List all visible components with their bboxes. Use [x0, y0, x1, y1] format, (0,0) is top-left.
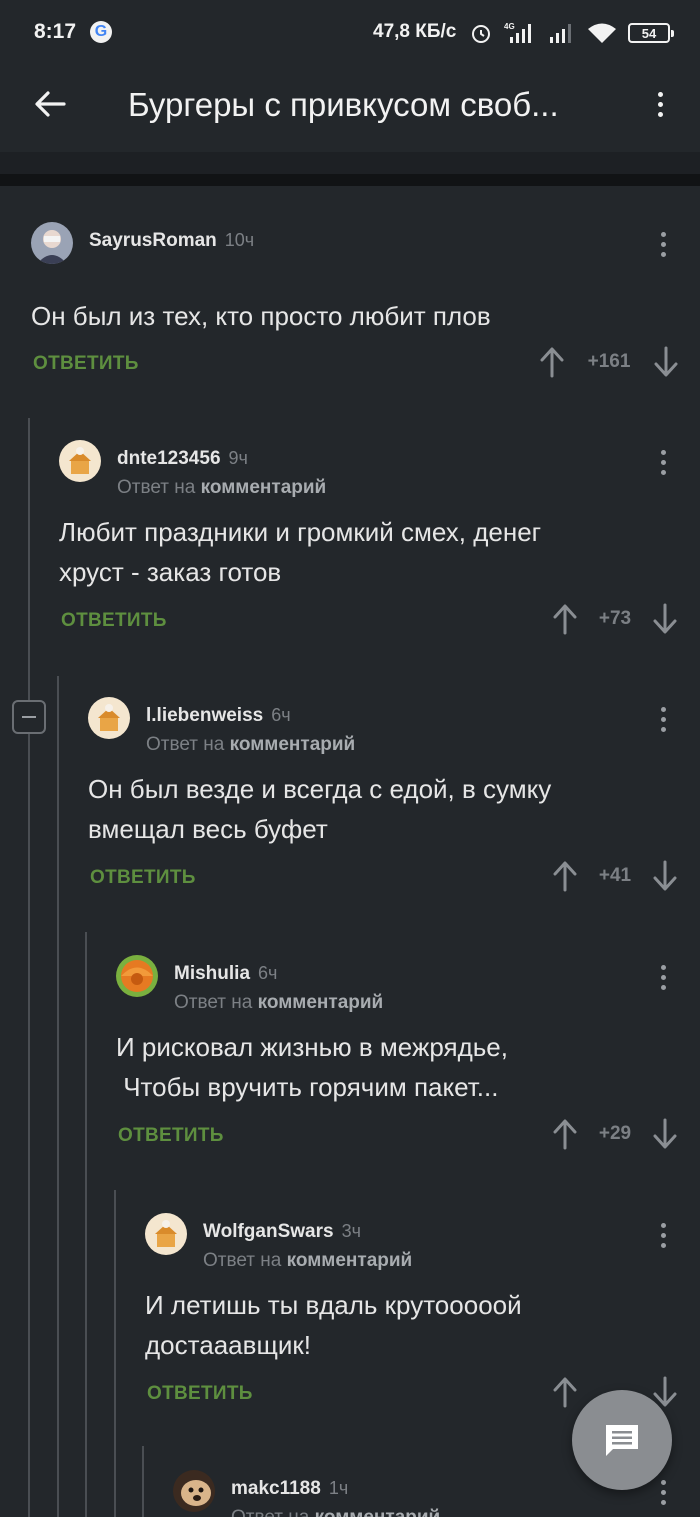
network-speed: 47,8 КБ/с — [373, 21, 457, 42]
downvote-arrow-icon[interactable] — [651, 860, 679, 892]
more-vert-icon — [648, 86, 672, 122]
header-divider — [0, 152, 700, 174]
upvote-arrow-icon[interactable] — [551, 603, 579, 635]
reply-to-label: Ответ на комментарий — [174, 992, 384, 1013]
reply-button[interactable]: ОТВЕТИТЬ — [147, 1383, 253, 1405]
vote-score: +29 — [598, 1123, 632, 1144]
vote-controls: +41 — [551, 860, 679, 892]
reply-button[interactable]: ОТВЕТИТЬ — [61, 610, 167, 632]
reply-button[interactable]: ОТВЕТИТЬ — [118, 1125, 224, 1147]
comment-text: И летишь ты вдаль крутооооой достаaавщик… — [145, 1290, 522, 1360]
collapse-thread-button[interactable] — [12, 700, 46, 734]
signal-icon — [550, 24, 571, 43]
comment-time: 6ч — [271, 705, 291, 725]
thread-line[interactable] — [114, 1190, 116, 1517]
reply-to-link[interactable]: комментарий — [287, 1250, 413, 1271]
comment: WolfganSwars 3ч Ответ на комментарий И ле… — [145, 1213, 681, 1413]
comment-menu-icon[interactable] — [651, 444, 675, 480]
arrow-left-icon — [35, 91, 66, 117]
thread-line[interactable] — [85, 932, 87, 1517]
vote-controls: +73 — [551, 603, 679, 635]
comment-username[interactable]: l.liebenweiss 6ч — [146, 705, 291, 727]
comment-username[interactable]: Mishulia 6ч — [174, 963, 277, 985]
upvote-arrow-icon[interactable] — [551, 1118, 579, 1150]
avatar[interactable] — [88, 697, 130, 739]
comment-username[interactable]: SayrusRoman 10ч — [89, 230, 254, 252]
comments-fab-button[interactable] — [572, 1390, 672, 1490]
svg-text:4G: 4G — [504, 22, 515, 31]
vote-controls: +161 — [538, 346, 680, 378]
back-button[interactable] — [28, 82, 72, 126]
comment-username[interactable]: WolfganSwars 3ч — [203, 1221, 361, 1243]
reply-to-label: Ответ на комментарий — [203, 1250, 413, 1271]
thread-line[interactable] — [28, 418, 30, 1517]
avatar[interactable] — [173, 1470, 215, 1512]
comment-time: 3ч — [341, 1221, 361, 1241]
comment: dnte123456 9ч Ответ на комментарий Любит … — [59, 440, 681, 640]
upvote-arrow-icon[interactable] — [551, 860, 579, 892]
reply-to-link[interactable]: комментарий — [230, 734, 356, 755]
battery-icon: 54 — [628, 23, 674, 43]
overflow-menu-button[interactable] — [642, 82, 678, 126]
comment: SayrusRoman 10ч Он был из тех, кто просто… — [31, 222, 681, 392]
comment: l.liebenweiss 6ч Ответ на комментарий Он … — [88, 697, 681, 897]
reply-to-label: Ответ на комментарий — [231, 1507, 440, 1517]
reply-to-link[interactable]: комментарий — [201, 477, 327, 498]
alarm-icon — [472, 25, 490, 43]
reply-to-link[interactable]: комментарий — [315, 1507, 441, 1517]
downvote-arrow-icon[interactable] — [651, 1118, 679, 1150]
avatar[interactable] — [31, 222, 73, 264]
vote-score: +73 — [598, 608, 632, 629]
comment-time: 1ч — [328, 1478, 349, 1498]
reply-to-label: Ответ на комментарий — [146, 734, 356, 755]
comment-menu-icon[interactable] — [651, 959, 675, 995]
comment-username[interactable]: makc1188 1ч — [231, 1478, 348, 1500]
downvote-arrow-icon[interactable] — [651, 603, 679, 635]
comment-menu-icon[interactable] — [651, 1217, 675, 1253]
status-bar: 8:17 G 47,8 КБ/с 4G 54 — [0, 0, 700, 66]
downvote-arrow-icon[interactable] — [652, 346, 680, 378]
comment-text: Он был везде и всегда с едой, в сумку вм… — [88, 774, 552, 844]
avatar[interactable] — [145, 1213, 187, 1255]
reply-button[interactable]: ОТВЕТИТЬ — [90, 867, 196, 889]
thread-line[interactable] — [142, 1446, 144, 1517]
vote-controls: +29 — [551, 1118, 679, 1150]
comment-icon — [606, 1425, 638, 1456]
avatar[interactable] — [116, 955, 158, 997]
status-time: 8:17 — [34, 20, 77, 43]
vote-score: +161 — [587, 351, 631, 372]
reply-button[interactable]: ОТВЕТИТЬ — [33, 353, 139, 375]
comment-menu-icon[interactable] — [651, 701, 675, 737]
avatar[interactable] — [59, 440, 101, 482]
header-divider-dark — [0, 174, 700, 186]
comment: Mishulia 6ч Ответ на комментарий И рисков… — [116, 955, 681, 1155]
status-icons: 4G — [470, 18, 618, 48]
comment-time: 6ч — [258, 963, 278, 983]
google-icon: G — [90, 21, 112, 43]
wifi-icon — [588, 23, 616, 43]
upvote-arrow-icon[interactable] — [551, 1376, 579, 1408]
comment-text: Любит праздники и громкий смех, денег хр… — [59, 517, 542, 587]
vote-score: +41 — [598, 865, 632, 886]
comment-time: 10ч — [224, 230, 255, 250]
comment-text: Он был из тех, кто просто любит плов — [31, 301, 491, 331]
thread-line[interactable] — [57, 676, 59, 1517]
signal-4g-icon: 4G — [504, 22, 531, 43]
comment-menu-icon[interactable] — [651, 226, 675, 262]
reply-to-label: Ответ на комментарий — [117, 477, 327, 498]
comment-menu-icon[interactable] — [651, 1474, 675, 1510]
app-bar: Бургеры с привкусом своб... — [0, 66, 700, 152]
upvote-arrow-icon[interactable] — [538, 346, 566, 378]
comment-text: И рисковал жизнью в межрядье, Чтобы вруч… — [116, 1032, 508, 1102]
comment-username[interactable]: dnte123456 9ч — [117, 448, 248, 470]
comment-time: 9ч — [228, 448, 248, 468]
page-title: Бургеры с привкусом своб... — [128, 86, 559, 123]
reply-to-link[interactable]: комментарий — [258, 992, 384, 1013]
